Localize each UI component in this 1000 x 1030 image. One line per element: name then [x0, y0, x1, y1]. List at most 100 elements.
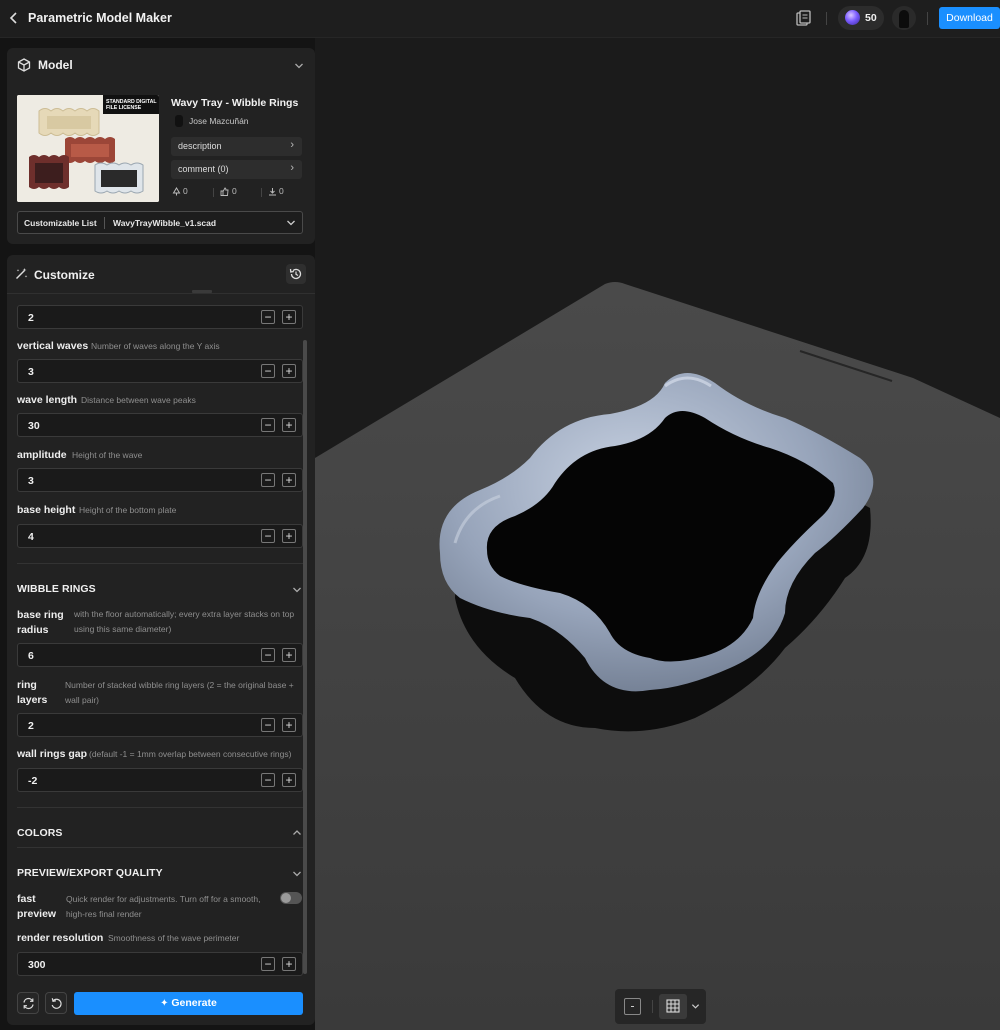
plus-button[interactable]: +: [282, 310, 296, 324]
base-ring-radius-input[interactable]: 6 − +: [17, 643, 303, 667]
minus-button[interactable]: −: [261, 648, 275, 662]
minus-button[interactable]: −: [261, 473, 275, 487]
divider: [826, 12, 827, 25]
customizable-list-label: Customizable List: [24, 218, 97, 228]
param-description: Smoothness of the wave perimeter: [108, 933, 240, 943]
model-panel-header[interactable]: Model: [7, 48, 315, 82]
like-count: 0: [232, 186, 237, 196]
minus-button[interactable]: −: [261, 529, 275, 543]
chevron-down-icon[interactable]: [292, 869, 302, 879]
top-bar: Parametric Model Maker 50 Download: [0, 0, 1000, 38]
param-number-input[interactable]: 2 − +: [17, 305, 303, 329]
author-avatar[interactable]: [175, 115, 183, 127]
param-description: Height of the wave: [72, 450, 143, 460]
comment-label: comment (0): [178, 164, 229, 174]
svg-text:FILE LICENSE: FILE LICENSE: [106, 105, 142, 111]
sparkle-icon: ✦: [160, 998, 172, 1009]
ring-layers-input[interactable]: 2 − +: [17, 713, 303, 737]
customize-title: Customize: [34, 268, 95, 282]
param-label: base height: [17, 504, 76, 516]
selected-file: WavyTrayWibble_v1.scad: [113, 218, 217, 228]
param-description: Height of the bottom plate: [79, 505, 177, 515]
minus-button[interactable]: −: [261, 718, 275, 732]
plus-button[interactable]: +: [282, 473, 296, 487]
plus-button[interactable]: +: [282, 957, 296, 971]
param-label: ring layers: [17, 679, 48, 706]
documents-icon[interactable]: [796, 10, 812, 27]
param-label: amplitude: [17, 449, 67, 461]
model-panel-title: Model: [38, 58, 73, 72]
param-description: with the floor automatically; every extr…: [74, 609, 295, 634]
description-label: description: [178, 141, 222, 151]
render-resolution-input[interactable]: 300 − +: [17, 952, 303, 976]
divider: [927, 12, 928, 25]
model-thumbnail[interactable]: STANDARD DIGITAL FILE LICENSE: [17, 95, 159, 202]
param-description: (default -1 = 1mm overlap between consec…: [89, 749, 292, 759]
refresh-button[interactable]: [17, 992, 39, 1014]
chevron-down-icon[interactable]: [292, 585, 302, 595]
param-label: render resolution: [17, 932, 104, 944]
minus-button[interactable]: −: [261, 418, 275, 432]
user-avatar[interactable]: [892, 6, 916, 30]
minus-button[interactable]: −: [261, 364, 275, 378]
generate-label: Generate: [171, 997, 217, 1009]
plus-button[interactable]: +: [282, 364, 296, 378]
wall-rings-gap-input[interactable]: -2 − +: [17, 768, 303, 792]
plus-button[interactable]: +: [282, 418, 296, 432]
wave-length-input[interactable]: 30 − +: [17, 413, 303, 437]
wibble-rings-section-title[interactable]: WIBBLE RINGS: [17, 583, 96, 595]
fast-preview-toggle[interactable]: [280, 892, 302, 904]
credits-count: 50: [865, 12, 877, 24]
undo-button[interactable]: [45, 992, 67, 1014]
comment-row[interactable]: comment (0) ›: [171, 160, 302, 179]
frame-view-button[interactable]: [624, 998, 641, 1015]
file-select[interactable]: Customizable List WavyTrayWibble_v1.scad: [17, 211, 303, 234]
credits-badge[interactable]: 50: [838, 6, 884, 30]
customize-panel: Customize 2 − + vertical waves Number of…: [7, 255, 315, 1025]
chevron-down-icon[interactable]: [294, 61, 304, 71]
history-icon: [289, 268, 302, 280]
colors-section-title[interactable]: COLORS: [17, 827, 63, 839]
author-name[interactable]: Jose Mazcuñán: [189, 116, 249, 126]
cube-icon: [17, 58, 31, 72]
param-label: base ring radius: [17, 609, 64, 636]
plus-button[interactable]: +: [282, 529, 296, 543]
base-height-input[interactable]: 4 − +: [17, 524, 303, 548]
plus-button[interactable]: +: [282, 773, 296, 787]
chevron-right-icon: ›: [290, 162, 294, 174]
plus-button[interactable]: +: [282, 648, 296, 662]
minus-button[interactable]: −: [261, 957, 275, 971]
amplitude-input[interactable]: 3 − +: [17, 468, 303, 492]
app-title: Parametric Model Maker: [28, 11, 172, 25]
boost-icon[interactable]: [172, 187, 181, 196]
description-row[interactable]: description ›: [171, 137, 302, 156]
refresh-icon: [23, 997, 34, 1010]
like-icon[interactable]: [220, 187, 229, 196]
boost-count: 0: [183, 186, 188, 196]
param-label: fast preview: [17, 893, 57, 920]
model-panel: Model STANDARD DIGITAL FILE LICENSE Wavy…: [7, 48, 315, 244]
chevron-right-icon: ›: [290, 139, 294, 151]
param-description: Distance between wave peaks: [81, 395, 196, 405]
3d-viewport[interactable]: [315, 38, 1000, 1030]
plus-button[interactable]: +: [282, 718, 296, 732]
vertical-waves-input[interactable]: 3 − +: [17, 359, 303, 383]
minus-button[interactable]: −: [261, 773, 275, 787]
back-chevron-icon[interactable]: [8, 9, 24, 27]
grid-toggle-button[interactable]: [659, 994, 687, 1019]
param-description: Number of waves along the Y axis: [91, 341, 220, 351]
minus-button[interactable]: −: [261, 310, 275, 324]
magic-wand-icon: [16, 268, 28, 279]
param-label: vertical waves: [17, 340, 89, 352]
customize-header: Customize: [7, 255, 315, 289]
chevron-down-icon[interactable]: [691, 1002, 700, 1011]
history-button[interactable]: [286, 264, 306, 284]
generate-button[interactable]: ✦ Generate: [74, 992, 303, 1015]
download-button[interactable]: Download: [939, 7, 1000, 29]
quality-section-title[interactable]: PREVIEW/EXPORT QUALITY: [17, 867, 163, 879]
model-name[interactable]: Wavy Tray - Wibble Rings: [171, 97, 298, 109]
chevron-up-icon[interactable]: [292, 828, 302, 838]
scrollbar[interactable]: [303, 340, 307, 974]
param-description: Quick render for adjustments. Turn off f…: [66, 894, 261, 919]
viewport-toolbar: [615, 989, 706, 1024]
